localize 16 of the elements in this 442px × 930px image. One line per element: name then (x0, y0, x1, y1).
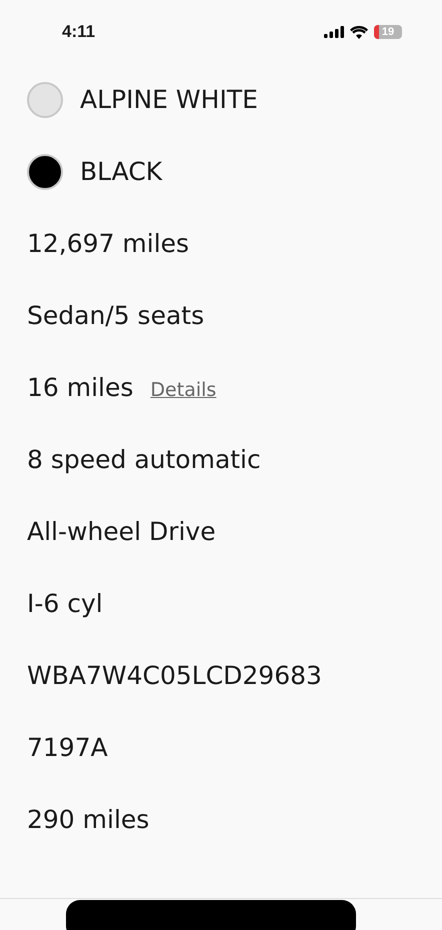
spec-value: 12,697 miles (27, 228, 190, 260)
spec-value: 16 miles (27, 372, 134, 404)
spec-value: 290 miles (27, 804, 150, 836)
spec-value: Sedan/5 seats (27, 300, 204, 332)
spec-value: 7197A (27, 732, 108, 764)
color-name: BLACK (80, 156, 162, 188)
battery-icon: 19 (374, 25, 402, 39)
spec-value: I-6 cyl (27, 588, 103, 620)
spec-value: 8 speed automatic (27, 444, 261, 476)
details-link[interactable]: Details (150, 376, 216, 404)
status-time: 4:11 (62, 21, 96, 44)
signal-icon (324, 26, 344, 38)
wifi-icon (350, 26, 368, 38)
spec-value: All-wheel Drive (27, 516, 216, 548)
spec-value: WBA7W4C05LCD29683 (27, 660, 322, 692)
color-name: ALPINE WHITE (80, 84, 258, 116)
